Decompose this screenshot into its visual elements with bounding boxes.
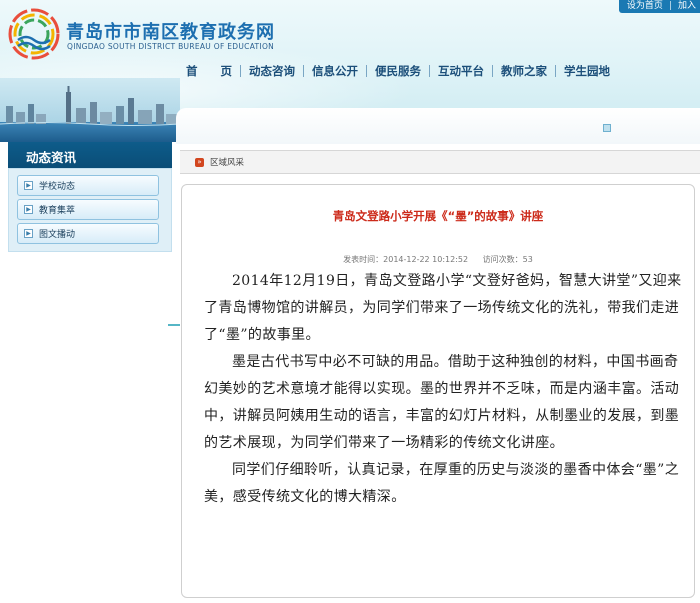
- nav-teachers[interactable]: 教师之家: [493, 63, 555, 79]
- site-title[interactable]: 青岛市市南区教育政务网: [66, 18, 275, 44]
- breadcrumb: » 区域风采: [180, 150, 700, 174]
- breadcrumb-label[interactable]: 区域风采: [210, 156, 244, 168]
- publish-time-label: 发表时间：: [343, 255, 384, 264]
- publish-time-value: 2014-12-22 10:12:52: [383, 255, 469, 264]
- main-nav: 首 页 动态咨询 信息公开 便民服务 互动平台 教师之家 学生园地: [178, 60, 700, 82]
- content-header: [176, 108, 700, 144]
- article-title: 青岛文登路小学开展《“墨”的故事》讲座: [332, 209, 544, 223]
- visit-count-label: 访问次数：: [482, 255, 523, 264]
- nav-info-public[interactable]: 信息公开: [304, 63, 366, 79]
- publish-time: 发表时间：2014-12-22 10:12:52: [343, 255, 468, 264]
- sidebar-title: 动态资讯: [8, 142, 172, 168]
- double-chevron-icon: »: [195, 157, 204, 167]
- sidebar-menu: ▶ 学校动态 ▶ 教育集萃 ▶ 图文播动: [8, 168, 172, 252]
- nav-students[interactable]: 学生园地: [556, 63, 618, 79]
- sidebar-item-photo-news[interactable]: ▶ 图文播动: [17, 223, 159, 244]
- nav-home[interactable]: 首 页: [178, 63, 240, 79]
- nav-services[interactable]: 便民服务: [367, 63, 429, 79]
- accent-divider: [168, 324, 180, 326]
- arrow-right-icon: ▶: [24, 181, 33, 190]
- sidebar-item-school-news[interactable]: ▶ 学校动态: [17, 175, 159, 196]
- set-homepage-link[interactable]: 设为首页: [627, 0, 663, 13]
- sidebar-item-label: 教育集萃: [39, 206, 76, 216]
- article-paragraph: 同学们仔细聆听，认真记录，在厚重的历史与淡淡的墨香中体会“墨”之美，感受传统文化…: [204, 462, 680, 505]
- arrow-right-icon: ▶: [24, 229, 33, 238]
- city-skyline-image: [0, 78, 180, 142]
- nav-interaction[interactable]: 互动平台: [430, 63, 492, 79]
- article-meta: 发表时间：2014-12-22 10:12:52 访问次数：53: [181, 254, 695, 265]
- add-favorite-link[interactable]: 加入: [678, 0, 696, 13]
- sidebar-item-education-highlights[interactable]: ▶ 教育集萃: [17, 199, 159, 220]
- article-paragraph: 2014年12月19日，青岛文登路小学“文登好爸妈，智慧大讲堂”又迎来了青岛博物…: [204, 273, 682, 343]
- article-body: 2014年12月19日，青岛文登路小学“文登好爸妈，智慧大讲堂”又迎来了青岛博物…: [204, 268, 686, 511]
- top-links-separator: |: [668, 1, 672, 11]
- article-paragraph: 墨是古代书写中必不可缺的用品。借助于这种独创的材料，中国书画奇幻美妙的艺术意境才…: [204, 354, 680, 451]
- small-square-icon: [603, 124, 611, 132]
- top-links-bar: 设为首页 | 加入: [618, 0, 700, 13]
- bureau-logo-icon: [8, 8, 60, 60]
- sidebar-item-label: 学校动态: [39, 182, 76, 192]
- site-subtitle: QINGDAO SOUTH DISTRICT BUREAU OF EDUCATI…: [67, 42, 275, 51]
- nav-news[interactable]: 动态咨询: [241, 63, 303, 79]
- sidebar-item-label: 图文播动: [39, 230, 76, 240]
- visit-count: 访问次数：53: [483, 255, 533, 264]
- visit-count-value: 53: [522, 255, 533, 264]
- arrow-right-icon: ▶: [24, 205, 33, 214]
